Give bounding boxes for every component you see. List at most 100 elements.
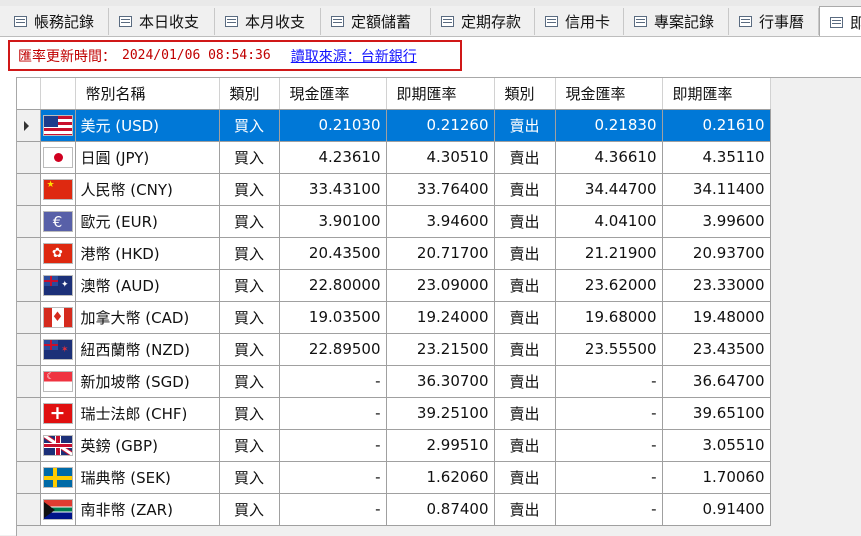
currency-name-cell[interactable]: 瑞典幣 (SEK): [75, 461, 220, 494]
sell-cash-rate-cell[interactable]: 0.21830: [555, 109, 663, 142]
sell-type-cell[interactable]: 賣出: [494, 333, 556, 366]
currency-name-cell[interactable]: 港幣 (HKD): [75, 237, 220, 270]
sell-type-cell[interactable]: 賣出: [494, 205, 556, 238]
buy-cash-rate-cell[interactable]: 22.80000: [279, 269, 387, 302]
sell-spot-rate-cell[interactable]: 23.33000: [662, 269, 771, 302]
currency-name-cell[interactable]: 南非幣 (ZAR): [75, 493, 220, 526]
sell-cash-rate-cell[interactable]: 23.55500: [555, 333, 663, 366]
tab-exchange-rates[interactable]: 即: [819, 6, 861, 36]
sell-type-cell[interactable]: 賣出: [494, 493, 556, 526]
table-row[interactable]: 南非幣 (ZAR) 買入 -0.87400 賣出 -0.91400: [17, 493, 771, 526]
buy-cash-rate-cell[interactable]: -: [279, 397, 387, 430]
currency-name-cell[interactable]: 加拿大幣 (CAD): [75, 301, 220, 334]
row-header[interactable]: [17, 461, 41, 494]
currency-name-cell[interactable]: 澳幣 (AUD): [75, 269, 220, 302]
sell-cash-rate-cell[interactable]: 21.21900: [555, 237, 663, 270]
col-header-sell-type[interactable]: 類別: [494, 78, 556, 110]
row-header[interactable]: [17, 109, 41, 142]
sell-spot-rate-cell[interactable]: 1.70060: [662, 461, 771, 494]
row-header[interactable]: [17, 269, 41, 302]
table-row[interactable]: 瑞士法郎 (CHF)買入-39.25100賣出-39.65100: [17, 397, 771, 430]
fetch-source-link[interactable]: 讀取來源：台新銀行: [291, 46, 417, 66]
buy-cash-rate-cell[interactable]: 0.21030: [279, 109, 387, 142]
sell-cash-rate-cell[interactable]: 34.44700: [555, 173, 663, 206]
tab-ledger[interactable]: 帳務記錄: [4, 8, 109, 35]
sell-spot-rate-cell[interactable]: 36.64700: [662, 365, 771, 398]
buy-type-cell[interactable]: 買入: [219, 397, 280, 430]
sell-spot-rate-cell[interactable]: 20.93700: [662, 237, 771, 270]
col-header-sell-spot[interactable]: 即期匯率: [662, 78, 771, 110]
sell-cash-rate-cell[interactable]: 19.68000: [555, 301, 663, 334]
buy-cash-rate-cell[interactable]: -: [279, 365, 387, 398]
buy-type-cell[interactable]: 買入: [219, 109, 280, 142]
buy-spot-rate-cell[interactable]: 0.21260: [386, 109, 495, 142]
row-header[interactable]: [17, 397, 41, 430]
buy-spot-rate-cell[interactable]: 2.99510: [386, 429, 495, 462]
buy-type-cell[interactable]: 買入: [219, 205, 280, 238]
tab-fixed-savings[interactable]: 定額儲蓄: [321, 8, 431, 35]
col-header-sell-cash[interactable]: 現金匯率: [555, 78, 663, 110]
col-header-currency[interactable]: 幣別名稱: [75, 78, 220, 110]
row-header[interactable]: [17, 365, 41, 398]
buy-cash-rate-cell[interactable]: -: [279, 429, 387, 462]
currency-name-cell[interactable]: 人民幣 (CNY): [75, 173, 220, 206]
sell-cash-rate-cell[interactable]: -: [555, 461, 663, 494]
table-row[interactable]: 澳幣 (AUD)買入22.8000023.09000賣出23.6200023.3…: [17, 269, 771, 302]
sell-type-cell[interactable]: 賣出: [494, 301, 556, 334]
buy-cash-rate-cell[interactable]: 20.43500: [279, 237, 387, 270]
buy-cash-rate-cell[interactable]: 19.03500: [279, 301, 387, 334]
table-row[interactable]: 港幣 (HKD)買入20.4350020.71700賣出21.2190020.9…: [17, 237, 771, 270]
currency-name-cell[interactable]: 日圓 (JPY): [75, 141, 220, 174]
sell-spot-rate-cell[interactable]: 3.05510: [662, 429, 771, 462]
row-header[interactable]: [17, 205, 41, 238]
sell-cash-rate-cell[interactable]: -: [555, 365, 663, 398]
buy-cash-rate-cell[interactable]: 22.89500: [279, 333, 387, 366]
table-row[interactable]: 美元 (USD) 買入 0.21030 0.21260 賣出 0.21830 0.21610: [17, 109, 771, 142]
sell-cash-rate-cell[interactable]: 4.04100: [555, 205, 663, 238]
table-row[interactable]: 英鎊 (GBP) 買入 -2.99510 賣出 -3.05510: [17, 429, 771, 462]
buy-cash-rate-cell[interactable]: 33.43100: [279, 173, 387, 206]
buy-spot-rate-cell[interactable]: 39.25100: [386, 397, 495, 430]
buy-cash-rate-cell[interactable]: -: [279, 461, 387, 494]
currency-name-cell[interactable]: 美元 (USD): [75, 109, 220, 142]
row-header[interactable]: [17, 141, 41, 174]
buy-type-cell[interactable]: 買入: [219, 237, 280, 270]
buy-spot-rate-cell[interactable]: 19.24000: [386, 301, 495, 334]
col-header-buy-spot[interactable]: 即期匯率: [386, 78, 495, 110]
sell-spot-rate-cell[interactable]: 19.48000: [662, 301, 771, 334]
sell-type-cell[interactable]: 賣出: [494, 365, 556, 398]
buy-type-cell[interactable]: 買入: [219, 173, 280, 206]
sell-type-cell[interactable]: 賣出: [494, 397, 556, 430]
buy-type-cell[interactable]: 買入: [219, 493, 280, 526]
sell-type-cell[interactable]: 賣出: [494, 109, 556, 142]
buy-type-cell[interactable]: 買入: [219, 429, 280, 462]
row-header[interactable]: [17, 429, 41, 462]
buy-spot-rate-cell[interactable]: 0.87400: [386, 493, 495, 526]
row-header[interactable]: [17, 237, 41, 270]
table-row[interactable]: 人民幣 (CNY)買入33.4310033.76400賣出34.4470034.…: [17, 173, 771, 206]
buy-type-cell[interactable]: 買入: [219, 333, 280, 366]
tab-daily[interactable]: 本日收支: [109, 8, 215, 35]
sell-spot-rate-cell[interactable]: 3.99600: [662, 205, 771, 238]
buy-spot-rate-cell[interactable]: 23.09000: [386, 269, 495, 302]
col-header-buy-type[interactable]: 類別: [219, 78, 280, 110]
buy-type-cell[interactable]: 買入: [219, 365, 280, 398]
currency-name-cell[interactable]: 新加坡幣 (SGD): [75, 365, 220, 398]
currency-name-cell[interactable]: 英鎊 (GBP): [75, 429, 220, 462]
sell-type-cell[interactable]: 賣出: [494, 429, 556, 462]
currency-name-cell[interactable]: 瑞士法郎 (CHF): [75, 397, 220, 430]
sell-spot-rate-cell[interactable]: 0.21610: [662, 109, 771, 142]
row-header[interactable]: [17, 493, 41, 526]
currency-name-cell[interactable]: 歐元 (EUR): [75, 205, 220, 238]
sell-type-cell[interactable]: 賣出: [494, 237, 556, 270]
sell-type-cell[interactable]: 賣出: [494, 461, 556, 494]
sell-type-cell[interactable]: 賣出: [494, 173, 556, 206]
row-header[interactable]: [17, 301, 41, 334]
tab-monthly[interactable]: 本月收支: [215, 8, 321, 35]
buy-spot-rate-cell[interactable]: 4.30510: [386, 141, 495, 174]
buy-type-cell[interactable]: 買入: [219, 269, 280, 302]
table-row[interactable]: 紐西蘭幣 (NZD)買入22.8950023.21500賣出23.5550023…: [17, 333, 771, 366]
sell-spot-rate-cell[interactable]: 4.35110: [662, 141, 771, 174]
buy-type-cell[interactable]: 買入: [219, 301, 280, 334]
sell-cash-rate-cell[interactable]: -: [555, 429, 663, 462]
